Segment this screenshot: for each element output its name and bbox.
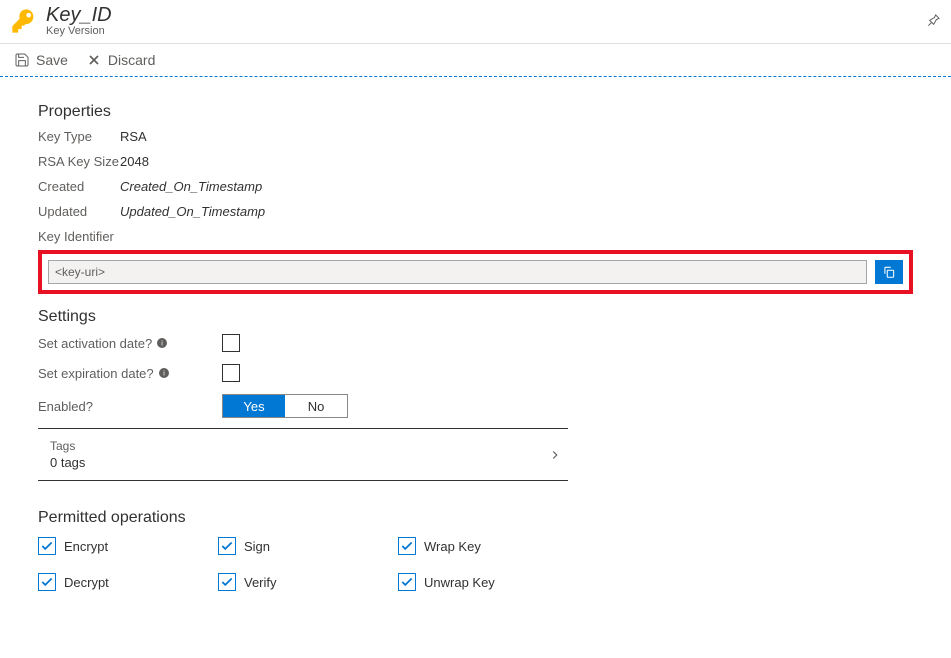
setting-enabled: Enabled? Yes No xyxy=(38,394,913,418)
rsa-size-value: 2048 xyxy=(120,154,149,169)
save-label: Save xyxy=(36,52,68,68)
tags-label: Tags xyxy=(50,439,85,453)
key-type-value: RSA xyxy=(120,129,147,144)
checkbox-checked xyxy=(218,573,236,591)
prop-created: Created Created_On_Timestamp xyxy=(38,179,913,194)
tags-row[interactable]: Tags 0 tags xyxy=(38,429,568,481)
copy-icon xyxy=(882,265,896,279)
settings-heading: Settings xyxy=(38,308,913,326)
activation-label: Set activation date? xyxy=(38,336,152,351)
prop-key-type: Key Type RSA xyxy=(38,129,913,144)
perm-encrypt[interactable]: Encrypt xyxy=(38,537,218,555)
key-identifier-input[interactable] xyxy=(48,260,867,284)
page-subtitle: Key Version xyxy=(46,25,112,37)
permitted-section: Permitted operations Encrypt Sign Wrap K… xyxy=(38,509,913,591)
created-value: Created_On_Timestamp xyxy=(120,179,262,194)
prop-updated: Updated Updated_On_Timestamp xyxy=(38,204,913,219)
expiration-label: Set expiration date? xyxy=(38,366,154,381)
perm-label: Unwrap Key xyxy=(424,575,495,590)
perm-decrypt[interactable]: Decrypt xyxy=(38,573,218,591)
key-type-label: Key Type xyxy=(38,129,120,144)
checkbox-checked xyxy=(398,537,416,555)
properties-heading: Properties xyxy=(38,103,913,121)
copy-button[interactable] xyxy=(875,260,903,284)
perm-label: Verify xyxy=(244,575,277,590)
toolbar: Save Discard xyxy=(0,44,951,77)
tags-count: 0 tags xyxy=(50,455,85,470)
perm-label: Encrypt xyxy=(64,539,108,554)
key-icon xyxy=(10,7,38,35)
header-text: Key_ID Key Version xyxy=(46,4,112,37)
updated-value: Updated_On_Timestamp xyxy=(120,204,265,219)
save-icon xyxy=(14,52,30,68)
setting-activation: Set activation date? i xyxy=(38,334,913,352)
settings-section: Settings Set activation date? i Set expi… xyxy=(38,308,913,481)
info-icon[interactable]: i xyxy=(158,367,170,379)
permitted-grid: Encrypt Sign Wrap Key Decrypt Verify Unw… xyxy=(38,537,913,591)
discard-button[interactable]: Discard xyxy=(86,52,155,68)
enabled-label: Enabled? xyxy=(38,399,93,414)
discard-icon xyxy=(86,52,102,68)
checkbox-checked xyxy=(398,573,416,591)
perm-label: Decrypt xyxy=(64,575,109,590)
page-header: Key_ID Key Version xyxy=(0,0,951,44)
enabled-no-button[interactable]: No xyxy=(285,395,347,417)
perm-sign[interactable]: Sign xyxy=(218,537,398,555)
created-label: Created xyxy=(38,179,120,194)
checkbox-checked xyxy=(38,573,56,591)
key-identifier-highlight xyxy=(38,250,913,294)
key-identifier-label: Key Identifier xyxy=(38,229,913,244)
permitted-heading: Permitted operations xyxy=(38,509,913,527)
perm-verify[interactable]: Verify xyxy=(218,573,398,591)
save-button[interactable]: Save xyxy=(14,52,68,68)
discard-label: Discard xyxy=(108,52,155,68)
activation-checkbox[interactable] xyxy=(222,334,240,352)
setting-expiration: Set expiration date? i xyxy=(38,364,913,382)
rsa-size-label: RSA Key Size xyxy=(38,154,120,169)
checkbox-checked xyxy=(218,537,236,555)
perm-unwrap-key[interactable]: Unwrap Key xyxy=(398,573,578,591)
perm-label: Sign xyxy=(244,539,270,554)
page-title: Key_ID xyxy=(46,4,112,26)
pin-icon[interactable] xyxy=(925,13,941,29)
enabled-yes-button[interactable]: Yes xyxy=(223,395,285,417)
updated-label: Updated xyxy=(38,204,120,219)
perm-wrap-key[interactable]: Wrap Key xyxy=(398,537,578,555)
chevron-right-icon xyxy=(548,448,562,462)
perm-label: Wrap Key xyxy=(424,539,481,554)
checkbox-checked xyxy=(38,537,56,555)
expiration-checkbox[interactable] xyxy=(222,364,240,382)
info-icon[interactable]: i xyxy=(156,337,168,349)
content-area: Properties Key Type RSA RSA Key Size 204… xyxy=(0,77,951,617)
enabled-toggle: Yes No xyxy=(222,394,348,418)
prop-rsa-size: RSA Key Size 2048 xyxy=(38,154,913,169)
